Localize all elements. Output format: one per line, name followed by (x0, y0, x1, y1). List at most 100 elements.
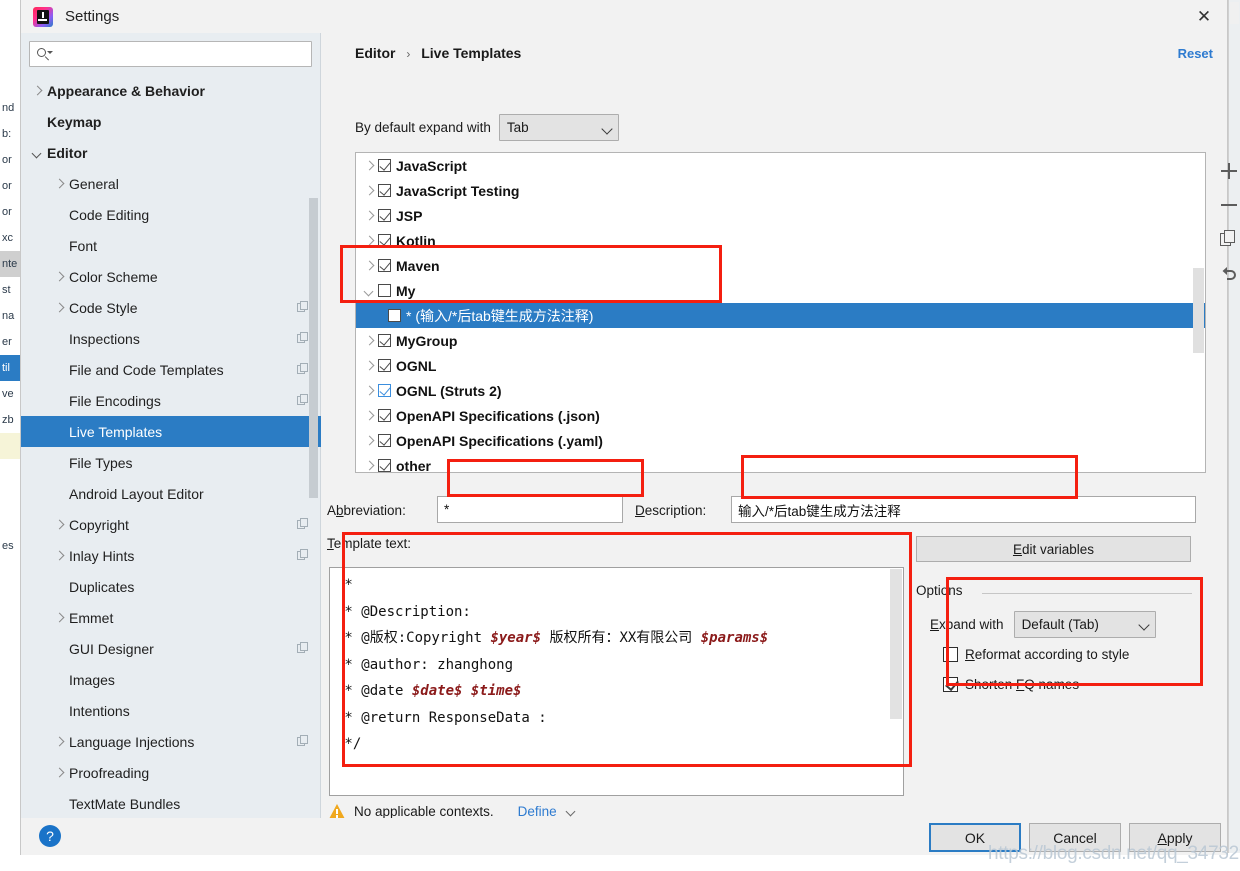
chevron-down-icon[interactable] (362, 283, 378, 299)
template-text-scrollbar[interactable] (890, 569, 902, 719)
template-checkbox[interactable] (378, 459, 391, 472)
reformat-checkbox-row[interactable]: Reformat according to style (943, 639, 1156, 669)
help-button[interactable]: ? (39, 825, 61, 847)
sidebar-item-gui-designer[interactable]: GUI Designer (21, 633, 321, 664)
chevron-right-icon[interactable] (362, 258, 378, 274)
reformat-according-to-style-checkbox[interactable] (943, 646, 958, 662)
remove-template-button[interactable] (1218, 194, 1240, 216)
template-checkbox[interactable] (378, 159, 391, 172)
template-group-row[interactable]: JavaScript Testing (356, 178, 1205, 203)
chevron-down-icon[interactable] (31, 147, 43, 159)
chevron-right-icon[interactable] (362, 408, 378, 424)
chevron-right-icon[interactable] (53, 302, 65, 314)
template-text-editor[interactable]: * * @Description: * @版权:Copyright $year$… (329, 567, 904, 796)
edit-variables-button[interactable]: Edit variables (916, 536, 1191, 562)
live-templates-list[interactable]: JavaScript JavaScript Testing JSP Kotlin Mav… (355, 152, 1206, 473)
sidebar-item-duplicates[interactable]: Duplicates (21, 571, 321, 602)
template-checkbox[interactable] (378, 284, 391, 297)
abbreviation-input[interactable]: * (437, 496, 623, 523)
close-icon[interactable]: ✕ (1181, 0, 1227, 33)
template-group-row[interactable]: MyGroup (356, 328, 1205, 353)
shorten-fq-names-label: Shorten FQ names (965, 676, 1080, 692)
sidebar-item-emmet[interactable]: Emmet (21, 602, 321, 633)
chevron-right-icon[interactable] (362, 383, 378, 399)
expand-with-select[interactable]: Default (Tab) (1013, 610, 1156, 638)
sidebar-item-file-and-code-templates[interactable]: File and Code Templates (21, 354, 321, 385)
chevron-right-icon[interactable] (53, 736, 65, 748)
sidebar-item-proofreading[interactable]: Proofreading (21, 757, 321, 788)
sidebar-scrollbar[interactable] (309, 83, 319, 773)
chevron-right-icon[interactable] (53, 550, 65, 562)
chevron-right-icon[interactable] (362, 333, 378, 349)
template-checkbox[interactable] (378, 434, 391, 447)
breadcrumb-root[interactable]: Editor (355, 45, 395, 61)
sidebar-item-copyright[interactable]: Copyright (21, 509, 321, 540)
template-group-row[interactable]: OpenAPI Specifications (.json) (356, 403, 1205, 428)
chevron-right-icon[interactable] (53, 271, 65, 283)
reset-link[interactable]: Reset (1178, 46, 1213, 61)
template-checkbox[interactable] (378, 409, 391, 422)
template-checkbox[interactable] (378, 259, 391, 272)
description-input[interactable]: 输入/*后tab键生成方法注释 (731, 496, 1196, 523)
chevron-right-icon[interactable] (362, 458, 378, 473)
chevron-right-icon[interactable] (31, 85, 43, 97)
sidebar-item-language-injections[interactable]: Language Injections (21, 726, 321, 757)
search-box[interactable] (29, 41, 312, 67)
sidebar-item-images[interactable]: Images (21, 664, 321, 695)
sidebar-item-editor[interactable]: Editor (21, 137, 321, 168)
template-group-row[interactable]: Maven (356, 253, 1205, 278)
template-group-row[interactable]: My (356, 278, 1205, 303)
chevron-right-icon[interactable] (53, 519, 65, 531)
chevron-right-icon[interactable] (53, 178, 65, 190)
sidebar-item-inlay-hints[interactable]: Inlay Hints (21, 540, 321, 571)
sidebar-item-file-encodings[interactable]: File Encodings (21, 385, 321, 416)
sidebar-item-textmate-bundles[interactable]: TextMate Bundles (21, 788, 321, 818)
template-group-row[interactable]: Kotlin (356, 228, 1205, 253)
template-checkbox[interactable] (378, 334, 391, 347)
sidebar-item-keymap[interactable]: Keymap (21, 106, 321, 137)
template-item-row[interactable]: * (输入/*后tab键生成方法注释) (356, 303, 1205, 328)
sidebar-item-color-scheme[interactable]: Color Scheme (21, 261, 321, 292)
shorten-fq-names-row[interactable]: Shorten FQ names (943, 669, 1156, 699)
template-checkbox[interactable] (388, 309, 401, 322)
sidebar-item-intentions[interactable]: Intentions (21, 695, 321, 726)
add-template-button[interactable] (1218, 160, 1240, 182)
chevron-right-icon[interactable] (362, 158, 378, 174)
sidebar-item-appearance-behavior[interactable]: Appearance & Behavior (21, 75, 321, 106)
chevron-right-icon[interactable] (362, 433, 378, 449)
chevron-right-icon[interactable] (362, 358, 378, 374)
template-group-row[interactable]: JSP (356, 203, 1205, 228)
template-group-row[interactable]: OpenAPI Specifications (.yaml) (356, 428, 1205, 453)
template-label: My (396, 282, 416, 299)
define-link[interactable]: Define (518, 804, 557, 819)
template-checkbox[interactable] (378, 234, 391, 247)
template-checkbox[interactable] (378, 209, 391, 222)
sidebar-item-inspections[interactable]: Inspections (21, 323, 321, 354)
sidebar-item-file-types[interactable]: File Types (21, 447, 321, 478)
search-input[interactable] (50, 44, 305, 64)
sidebar-item-code-editing[interactable]: Code Editing (21, 199, 321, 230)
chevron-right-icon[interactable] (362, 208, 378, 224)
sidebar-item-android-layout-editor[interactable]: Android Layout Editor (21, 478, 321, 509)
chevron-right-icon[interactable] (362, 233, 378, 249)
shorten-fq-names-checkbox[interactable] (943, 676, 958, 692)
sidebar-item-code-style[interactable]: Code Style (21, 292, 321, 323)
chevron-right-icon[interactable] (53, 612, 65, 624)
template-group-row[interactable]: JavaScript (356, 153, 1205, 178)
duplicate-template-button[interactable] (1218, 228, 1240, 250)
template-group-row[interactable]: other (356, 453, 1205, 473)
sidebar-item-general[interactable]: General (21, 168, 321, 199)
template-checkbox[interactable] (378, 184, 391, 197)
template-checkbox[interactable] (378, 359, 391, 372)
chevron-right-icon[interactable] (53, 767, 65, 779)
template-checkbox[interactable] (378, 384, 391, 397)
sidebar-item-font[interactable]: Font (21, 230, 321, 261)
template-group-row[interactable]: OGNL (Struts 2) (356, 378, 1205, 403)
sidebar-item-live-templates[interactable]: Live Templates (21, 416, 321, 447)
templates-scrollbar[interactable] (1193, 268, 1204, 353)
default-expand-with-select[interactable]: Tab (498, 114, 619, 141)
revert-template-button[interactable] (1218, 262, 1240, 284)
chevron-right-icon[interactable] (362, 183, 378, 199)
template-group-row[interactable]: OGNL (356, 353, 1205, 378)
chevron-down-icon[interactable] (565, 806, 577, 818)
